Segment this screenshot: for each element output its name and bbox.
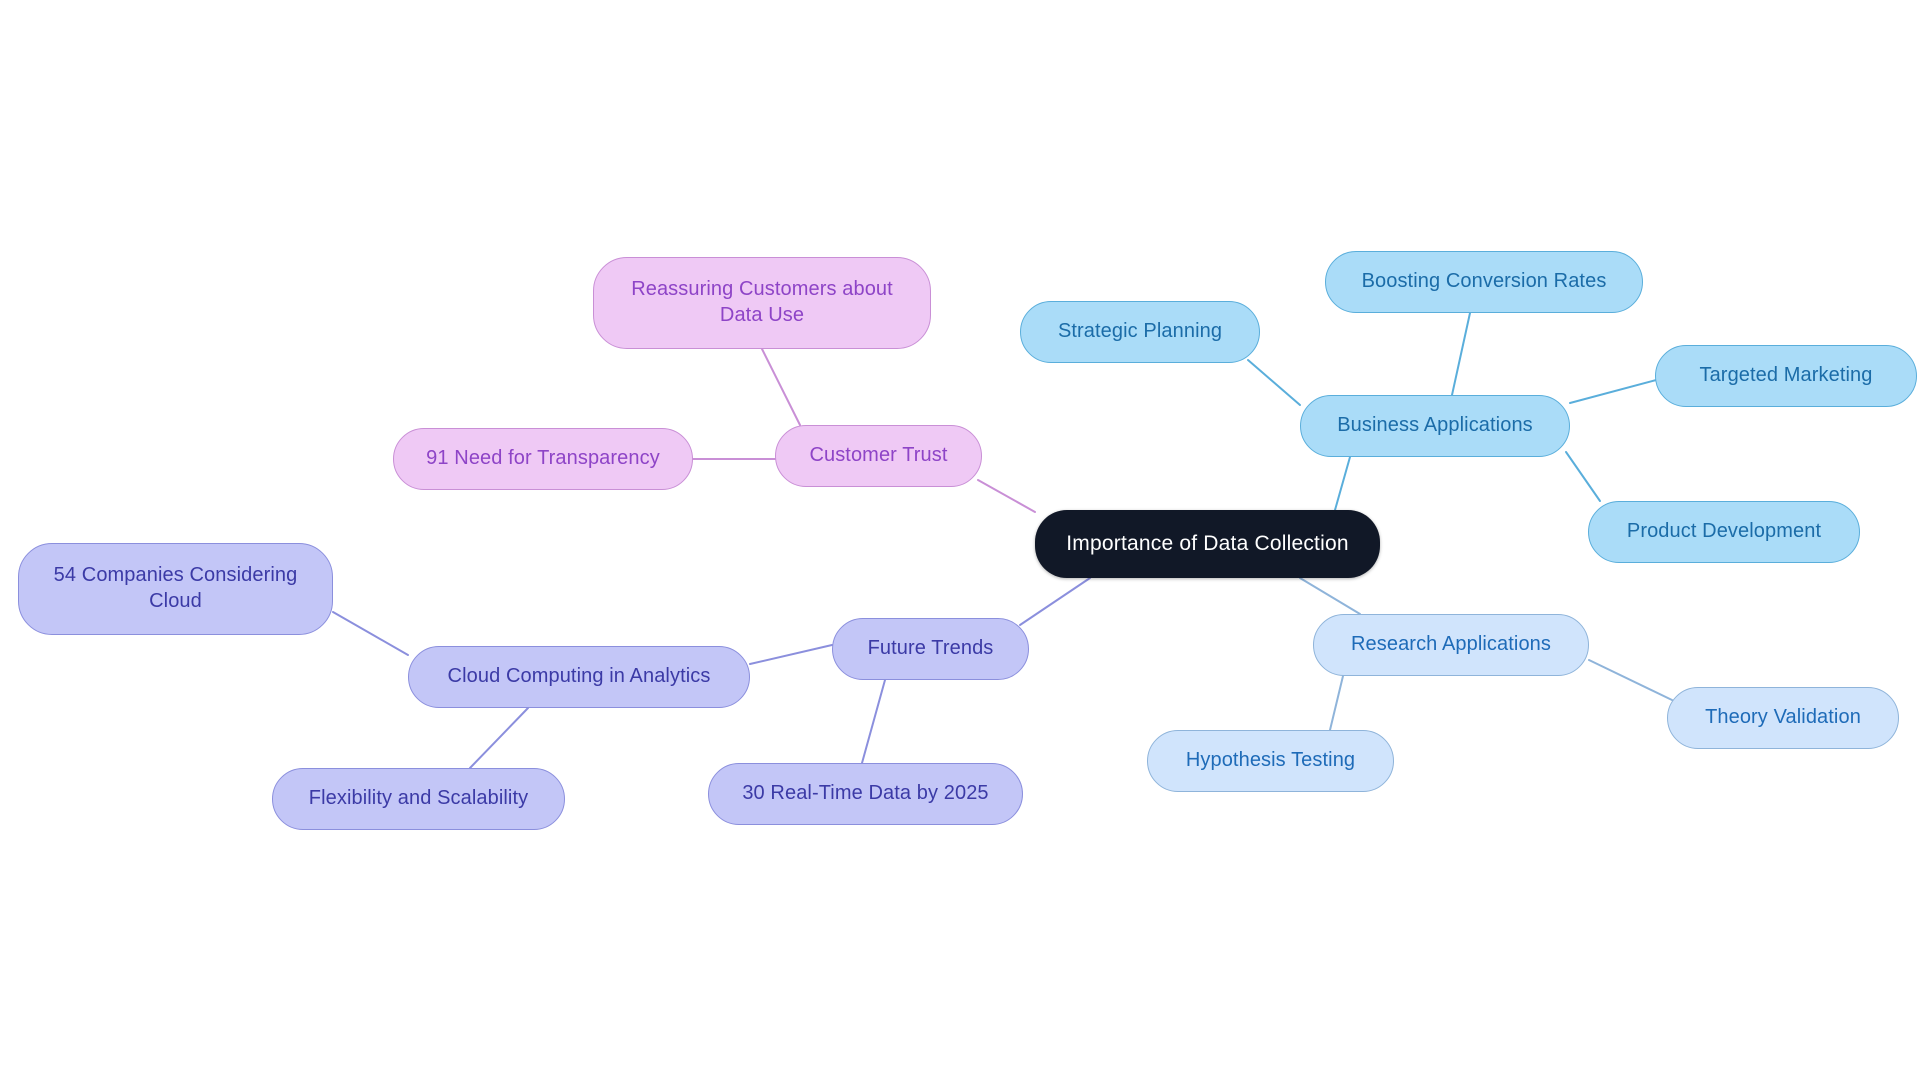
node-companies-considering-cloud[interactable]: 54 Companies Considering Cloud (18, 543, 333, 635)
edge-business-to-boosting-conversion-rates (1451, 312, 1471, 396)
node-reassuring-customers[interactable]: Reassuring Customers about Data Use (593, 257, 931, 349)
edge-research-to-hypothesis-testing (1329, 675, 1344, 731)
node-research[interactable]: Research Applications (1313, 614, 1589, 676)
node-customer-trust[interactable]: Customer Trust (775, 425, 982, 487)
edge-business-to-product-development (1565, 451, 1601, 502)
edge-business-to-strategic-planning (1247, 359, 1301, 406)
edge-business-to-targeted-marketing (1569, 378, 1661, 404)
node-targeted-marketing[interactable]: Targeted Marketing (1655, 345, 1917, 407)
edge-future-trends-to-cloud-computing-analytics (749, 644, 833, 665)
edge-future-trends-to-real-time-data-2025 (861, 679, 886, 764)
edge-root-to-business (1334, 456, 1351, 511)
mindmap-canvas: Importance of Data Collection Business Ap… (0, 0, 1920, 1083)
node-theory-validation[interactable]: Theory Validation (1667, 687, 1899, 749)
node-future-trends[interactable]: Future Trends (832, 618, 1029, 680)
edge-root-to-research (1299, 577, 1361, 615)
node-business[interactable]: Business Applications (1300, 395, 1570, 457)
edge-cloud-computing-analytics-to-flexibility-scalability (469, 707, 529, 769)
node-strategic-planning[interactable]: Strategic Planning (1020, 301, 1260, 363)
node-flexibility-scalability[interactable]: Flexibility and Scalability (272, 768, 565, 830)
edge-root-to-customer-trust (977, 479, 1036, 513)
node-boosting-conversion-rates[interactable]: Boosting Conversion Rates (1325, 251, 1643, 313)
node-real-time-data-2025[interactable]: 30 Real-Time Data by 2025 (708, 763, 1023, 825)
node-root[interactable]: Importance of Data Collection (1035, 510, 1380, 578)
edge-customer-trust-to-reassuring-customers (761, 348, 801, 426)
edge-research-to-theory-validation (1588, 659, 1673, 701)
edge-cloud-computing-analytics-to-companies-considering-cloud (332, 611, 409, 656)
node-cloud-computing-analytics[interactable]: Cloud Computing in Analytics (408, 646, 750, 708)
edge-root-to-future-trends (1019, 577, 1091, 626)
node-product-development[interactable]: Product Development (1588, 501, 1860, 563)
node-hypothesis-testing[interactable]: Hypothesis Testing (1147, 730, 1394, 792)
node-need-for-transparency[interactable]: 91 Need for Transparency (393, 428, 693, 490)
